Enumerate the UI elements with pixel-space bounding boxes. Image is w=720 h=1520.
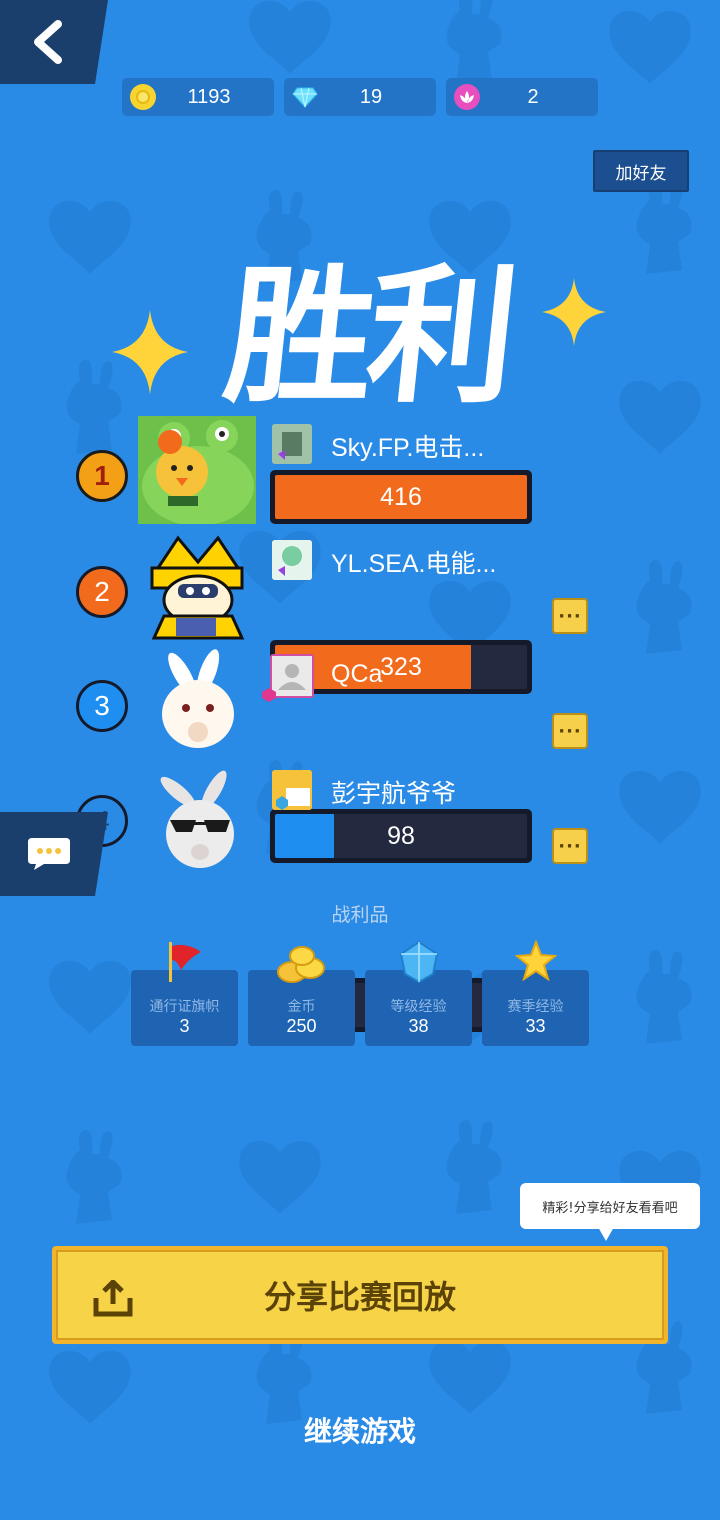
loot-item-crystal: 等级经验 38 bbox=[365, 940, 472, 1046]
coins-icon bbox=[276, 946, 325, 983]
rank-badge-2: 2 bbox=[76, 566, 128, 618]
diamond-icon bbox=[292, 84, 318, 110]
rank-number: 1 bbox=[94, 460, 110, 491]
mini-avatar-1 bbox=[272, 424, 312, 464]
more-options-button[interactable]: ··· bbox=[552, 713, 588, 749]
crystal-icon bbox=[399, 940, 438, 984]
star-icon bbox=[514, 940, 557, 982]
loot-item-star: 赛季经验 33 bbox=[482, 940, 589, 1046]
share-replay-button[interactable]: 分享比赛回放 bbox=[52, 1246, 668, 1344]
player-name: Sky.FP.电击... bbox=[331, 434, 485, 462]
lotus-icon bbox=[454, 84, 480, 110]
loot-item-coins: 金币 250 bbox=[248, 946, 355, 1046]
player-avatar-3[interactable] bbox=[138, 648, 256, 756]
lotus-amount: 2 bbox=[527, 85, 539, 108]
samurai-cat-icon bbox=[150, 535, 245, 640]
mini-avatar-2 bbox=[272, 540, 312, 580]
score-bar: 416 bbox=[270, 470, 532, 524]
mini-avatar-3 bbox=[270, 654, 314, 698]
gold-coin-icon bbox=[130, 84, 156, 110]
loot-name: 赛季经验 bbox=[507, 999, 564, 1015]
diamond-amount: 19 bbox=[359, 85, 383, 108]
victory-title: 胜利 bbox=[217, 250, 520, 423]
loot-name: 等级经验 bbox=[390, 999, 447, 1015]
player-avatar-1[interactable] bbox=[138, 416, 256, 526]
loot-title: 战利品 bbox=[331, 904, 389, 926]
chevron-left-icon bbox=[34, 20, 62, 64]
loot-value: 250 bbox=[286, 1016, 317, 1036]
loot-name: 通行证旗帜 bbox=[149, 999, 220, 1015]
rank-badge-3: 3 bbox=[76, 680, 128, 732]
loot-value: 33 bbox=[525, 1016, 546, 1036]
flag-icon bbox=[168, 942, 201, 982]
player-name: QCa bbox=[331, 660, 383, 688]
score-bar: 98 bbox=[270, 809, 532, 863]
level-gem-icon bbox=[262, 688, 276, 702]
currency-gold: 1193 bbox=[122, 78, 274, 116]
chat-bubble-icon bbox=[28, 838, 70, 870]
chat-button[interactable] bbox=[0, 812, 108, 896]
currency-diamond: 19 bbox=[284, 78, 436, 116]
sparkle-left-icon bbox=[112, 310, 188, 394]
mini-avatar-4 bbox=[272, 770, 312, 810]
player-name: YL.SEA.电能... bbox=[331, 550, 497, 578]
more-options-button[interactable]: ··· bbox=[552, 828, 588, 864]
rank-badge-1: 1 bbox=[76, 450, 128, 502]
rank-number: 3 bbox=[94, 690, 110, 721]
loot-name: 金币 bbox=[287, 999, 316, 1015]
player-avatar-4[interactable] bbox=[138, 764, 256, 872]
default-user-icon bbox=[272, 656, 312, 696]
score-value: 98 bbox=[387, 821, 415, 850]
loot-item-flag: 通行证旗帜 3 bbox=[131, 942, 238, 1046]
more-options-button[interactable]: ··· bbox=[552, 598, 588, 634]
share-replay-label: 分享比赛回放 bbox=[263, 1278, 456, 1316]
score-value: 416 bbox=[380, 482, 422, 511]
loot-value: 38 bbox=[408, 1016, 429, 1036]
share-tooltip: 精彩!分享给好友看看吧 bbox=[520, 1183, 700, 1241]
rank-number: 2 bbox=[94, 576, 110, 607]
player-avatar-2[interactable] bbox=[138, 528, 256, 640]
bunny-character-icon bbox=[162, 649, 234, 748]
back-button[interactable] bbox=[0, 0, 108, 84]
player-name: 彭宇航爷爷 bbox=[331, 780, 457, 808]
continue-game-button[interactable]: 继续游戏 bbox=[0, 1410, 720, 1450]
cool-bunny-icon bbox=[160, 770, 234, 868]
frog-character-icon bbox=[138, 416, 256, 526]
currency-lotus: 2 bbox=[446, 78, 598, 116]
add-friend-button[interactable]: 加好友 bbox=[593, 150, 689, 192]
loot-value: 3 bbox=[179, 1016, 190, 1036]
gold-amount: 1193 bbox=[187, 85, 231, 108]
